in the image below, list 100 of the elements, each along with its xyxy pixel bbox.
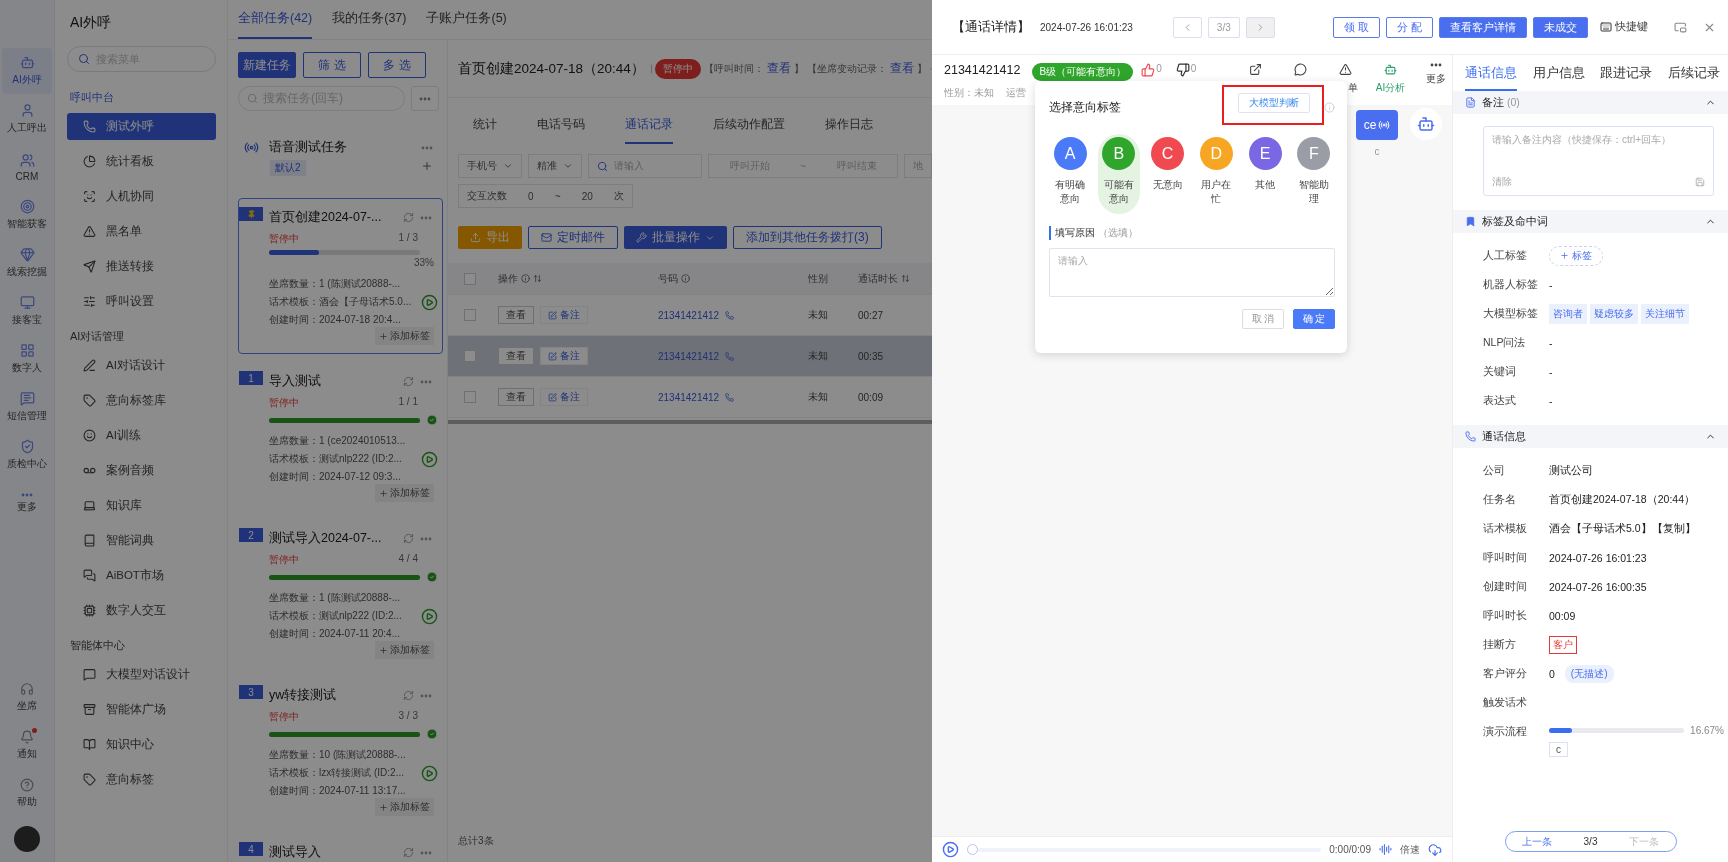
menu-item[interactable]: AI训练 bbox=[67, 422, 216, 449]
intent-option[interactable]: F 智能助理 bbox=[1293, 134, 1335, 214]
info-tab[interactable]: 跟进记录 bbox=[1600, 65, 1653, 91]
llm-judge-button[interactable]: 大模型判断 bbox=[1238, 92, 1310, 113]
shortcut-button[interactable]: 快捷键 bbox=[1594, 19, 1654, 35]
scheduled-mail-button[interactable]: 定时邮件 bbox=[528, 226, 618, 249]
window-icon[interactable] bbox=[1674, 20, 1687, 34]
intent-option[interactable]: C 无意向 bbox=[1146, 134, 1189, 214]
checkbox[interactable] bbox=[464, 350, 476, 362]
content-tab[interactable]: 通话记录 bbox=[625, 116, 673, 144]
clear-button[interactable]: 清除 bbox=[1492, 175, 1512, 189]
section-header[interactable]: 标签及命中词 bbox=[1453, 210, 1728, 233]
cancel-button[interactable]: 取 消 bbox=[1242, 309, 1284, 329]
prev-button[interactable] bbox=[1172, 16, 1202, 38]
more-icon[interactable] bbox=[420, 850, 432, 855]
rail-item[interactable]: 帮助 bbox=[2, 770, 52, 816]
menu-item[interactable]: 推送转接 bbox=[67, 253, 216, 280]
rail-item[interactable]: CRM bbox=[2, 144, 52, 190]
reason-field[interactable]: 请输入 bbox=[1049, 248, 1335, 297]
intent-option[interactable]: E 其他 bbox=[1244, 134, 1287, 214]
view-button[interactable]: 查看 bbox=[498, 388, 534, 406]
download-icon[interactable] bbox=[1428, 842, 1442, 857]
task-card[interactable]: 首页创建2024-07-... 暂停中 1 / 3 33% 坐席数量：1 (陈测试20888-... 话术模板：酒会【子母话术5.0... 创建时间：2024-07-18 20:4... 添加标签 bbox=[238, 198, 443, 354]
add-tag-button[interactable]: 添加标签 bbox=[375, 798, 434, 816]
menu-item[interactable]: 数字人交互 bbox=[67, 597, 216, 624]
task-tab[interactable]: 我的任务(37) bbox=[332, 0, 407, 39]
menu-item[interactable]: 大模型对话设计 bbox=[67, 661, 216, 688]
menu-item[interactable]: 统计看板 bbox=[67, 148, 216, 175]
view-link[interactable]: 查看 bbox=[890, 60, 915, 77]
prev-link[interactable]: 上一条 bbox=[1521, 834, 1552, 849]
refresh-icon[interactable] bbox=[403, 376, 414, 387]
menu-item[interactable]: 意向标签 bbox=[67, 766, 216, 793]
intent-option[interactable]: A 有明确意向 bbox=[1049, 134, 1091, 214]
note-button[interactable]: 备注 bbox=[540, 347, 588, 365]
menu-item[interactable]: AI对话设计 bbox=[67, 352, 216, 379]
confirm-button[interactable]: 确 定 bbox=[1293, 309, 1335, 329]
sort-icon[interactable] bbox=[901, 274, 910, 283]
menu-item[interactable]: 意向标签库 bbox=[67, 387, 216, 414]
sort-icon[interactable] bbox=[533, 274, 542, 283]
phone-link[interactable]: 21341421412 bbox=[658, 391, 720, 403]
checkbox[interactable] bbox=[464, 309, 476, 321]
table-row[interactable]: 查看 备注 21341421412 未知 00:35 bbox=[448, 336, 932, 377]
task-button[interactable]: 多 选 bbox=[368, 52, 426, 78]
play-icon[interactable] bbox=[421, 764, 438, 782]
note-button[interactable]: 备注 bbox=[540, 388, 588, 406]
phone-link[interactable]: 21341421412 bbox=[658, 309, 720, 321]
play-icon[interactable] bbox=[421, 293, 438, 311]
checkbox[interactable] bbox=[464, 391, 476, 403]
rail-item[interactable]: 更多 bbox=[2, 480, 52, 526]
task-card[interactable]: 4 测试导入 bbox=[238, 833, 443, 862]
save-icon[interactable] bbox=[1695, 177, 1705, 187]
rail-item[interactable]: 接客宝 bbox=[2, 288, 52, 334]
more-icon[interactable] bbox=[420, 379, 432, 384]
phone-icon[interactable] bbox=[725, 310, 735, 320]
rail-item[interactable]: 通知 bbox=[2, 722, 52, 768]
refresh-icon[interactable] bbox=[403, 847, 414, 858]
task-tab[interactable]: 全部任务(42) bbox=[238, 0, 313, 39]
speed-button[interactable]: 倍速 bbox=[1400, 842, 1420, 857]
menu-item[interactable]: 知识中心 bbox=[67, 731, 216, 758]
waveform-icon[interactable] bbox=[1379, 843, 1392, 856]
header-button[interactable]: 分 配 bbox=[1385, 16, 1433, 38]
task-button[interactable]: 筛 选 bbox=[303, 52, 361, 78]
play-icon[interactable] bbox=[421, 450, 438, 468]
refresh-icon[interactable] bbox=[403, 212, 414, 223]
refresh-icon[interactable] bbox=[403, 533, 414, 544]
play-icon[interactable] bbox=[421, 607, 438, 625]
add-to-task-button[interactable]: 添加到其他任务拨打(3) bbox=[733, 226, 882, 249]
section-header[interactable]: 通话信息 bbox=[1453, 425, 1728, 448]
menu-item[interactable]: 知识库 bbox=[67, 492, 216, 519]
menu-item[interactable]: 案例音频 bbox=[67, 457, 216, 484]
thumbs-down-icon[interactable] bbox=[1175, 63, 1190, 77]
thumbs-up-icon[interactable] bbox=[1141, 63, 1156, 77]
rail-item[interactable]: 坐席 bbox=[2, 674, 52, 720]
rail-item[interactable]: 数字人 bbox=[2, 336, 52, 382]
rail-item[interactable]: 质检中心 bbox=[2, 432, 52, 478]
note-button[interactable]: 备注 bbox=[540, 306, 588, 324]
play-button[interactable] bbox=[942, 841, 959, 858]
add-tag-button[interactable]: 添加标签 bbox=[375, 327, 434, 345]
menu-item[interactable]: 人机协同 bbox=[67, 183, 216, 210]
task-card[interactable]: 3 yw转接测试 暂停中 3 / 3 坐席数量：10 (陈测试20888-... 话术模板：lzx转接测试 (ID:2... 创建时间：2024-07-11 13:17... 添加标签 bbox=[238, 676, 443, 825]
header-button[interactable]: 未成交 bbox=[1533, 16, 1588, 38]
view-button[interactable]: 查看 bbox=[498, 306, 534, 324]
content-tab[interactable]: 后续动作配置 bbox=[713, 116, 785, 144]
header-button[interactable]: 查看客户详情 bbox=[1439, 16, 1527, 38]
content-tab[interactable]: 操作日志 bbox=[825, 116, 873, 144]
menu-item[interactable]: 智能词典 bbox=[67, 527, 216, 554]
phone-icon[interactable] bbox=[725, 392, 735, 402]
type-select[interactable]: 手机号 bbox=[458, 154, 522, 178]
info-tab[interactable]: 后续记录 bbox=[1667, 65, 1720, 91]
task-card[interactable]: 1 导入测试 暂停中 1 / 1 坐席数量：1 (ce2024010513... 话术模板：测试nlp222 (ID:2... 创建时间：2024-07-12 09:3... 添加标签 bbox=[238, 362, 443, 511]
menu-item[interactable]: AiBOT市场 bbox=[67, 562, 216, 589]
interaction-range-field[interactable]: 交互次数 0 ~ 20 次 bbox=[458, 184, 633, 208]
more-icon[interactable] bbox=[420, 215, 432, 220]
add-tag-button[interactable]: 添加标签 bbox=[375, 484, 434, 502]
rail-item[interactable]: 线索挖掘 bbox=[2, 240, 52, 286]
task-card[interactable]: 2 测试导入2024-07-... 暂停中 4 / 4 坐席数量：1 (陈测试20888-... 话术模板：测试nlp222 (ID:2... 创建时间：2024-07-11 20:4... 添加标签 bbox=[238, 519, 443, 668]
add-icon[interactable] bbox=[421, 160, 433, 172]
intent-option[interactable]: B 可能有意向 bbox=[1097, 134, 1140, 214]
audio-thumb[interactable] bbox=[967, 844, 978, 855]
toolbar-item[interactable]: AI分析 bbox=[1368, 63, 1413, 95]
